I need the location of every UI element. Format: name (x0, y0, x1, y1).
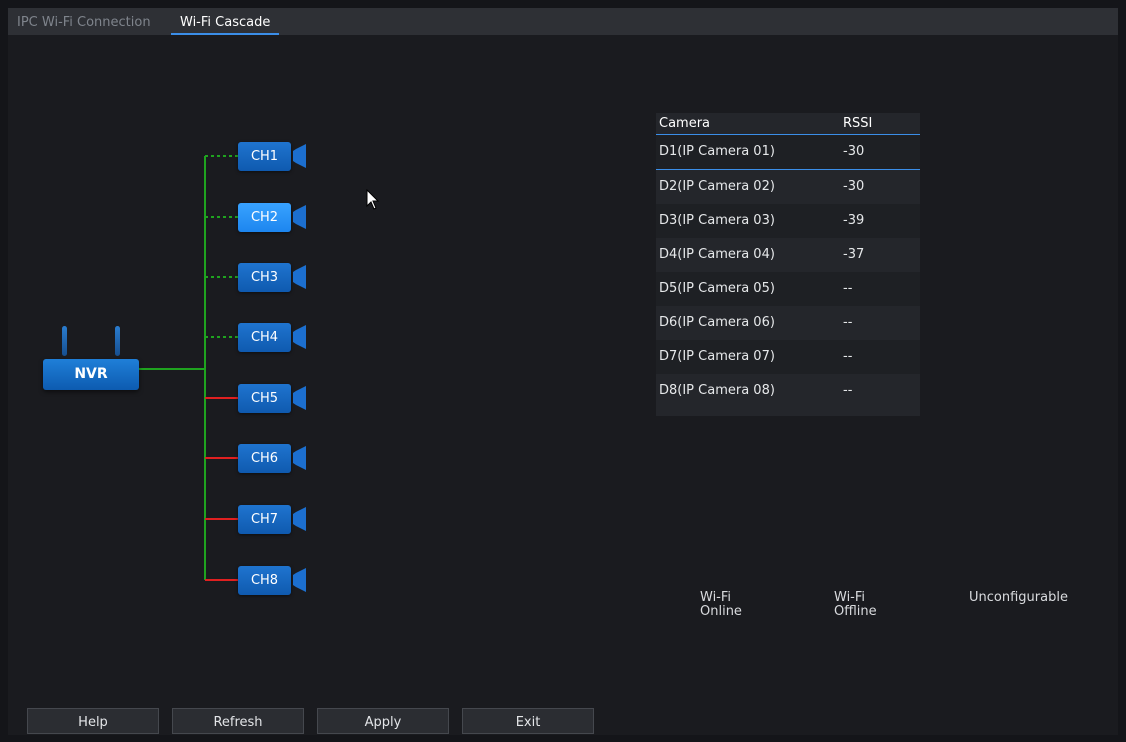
table-row[interactable]: D2(IP Camera 02) -30 (656, 170, 920, 204)
camera-icon (293, 386, 306, 410)
legend-wifi-offline-line1: Wi-Fi (834, 590, 866, 605)
camera-icon (293, 568, 306, 592)
camera-name: D7(IP Camera 07) (659, 349, 775, 364)
help-button[interactable]: Help (27, 708, 159, 734)
apply-button[interactable]: Apply (317, 708, 449, 734)
legend-wifi-offline: Wi-Fi Offline (834, 591, 877, 619)
rssi-value: -- (843, 281, 853, 296)
camera-icon (293, 507, 306, 531)
nvr-antenna-right-icon (115, 326, 120, 356)
mouse-cursor-icon (366, 189, 380, 210)
exit-button[interactable]: Exit (462, 708, 594, 734)
rssi-value: -30 (843, 179, 865, 194)
camera-rssi-table: Camera RSSI D1(IP Camera 01) -30 D2(IP C… (656, 113, 920, 416)
camera-name: D4(IP Camera 04) (659, 247, 775, 262)
legend-wifi-online-line2: Online (700, 604, 742, 619)
table-row[interactable]: D5(IP Camera 05) -- (656, 272, 920, 306)
rssi-value: -30 (843, 144, 865, 159)
channel-ch5[interactable]: CH5 (238, 384, 291, 413)
table-row[interactable]: D4(IP Camera 04) -37 (656, 238, 920, 272)
rssi-value: -- (843, 315, 853, 330)
wifi-cascade-window: IPC Wi-Fi Connection Wi-Fi Cascade NVR C… (8, 8, 1118, 735)
channel-ch7[interactable]: CH7 (238, 505, 291, 534)
channel-ch8[interactable]: CH8 (238, 566, 291, 595)
table-row[interactable]: D7(IP Camera 07) -- (656, 340, 920, 374)
camera-icon (293, 325, 306, 349)
camera-icon (293, 144, 306, 168)
camera-icon (293, 205, 306, 229)
channel-ch2[interactable]: CH2 (238, 203, 291, 232)
legend-wifi-online: Wi-Fi Online (700, 591, 742, 619)
camera-icon (293, 446, 306, 470)
channel-ch1[interactable]: CH1 (238, 142, 291, 171)
column-header-camera: Camera (659, 116, 711, 131)
rssi-value: -39 (843, 213, 865, 228)
camera-name: D8(IP Camera 08) (659, 383, 775, 398)
legend-unconfigurable: Unconfigurable (969, 590, 1068, 605)
legend-wifi-online-line1: Wi-Fi (700, 590, 732, 605)
table-row[interactable]: D3(IP Camera 03) -39 (656, 204, 920, 238)
channel-ch4[interactable]: CH4 (238, 323, 291, 352)
rssi-value: -- (843, 349, 853, 364)
channel-ch6[interactable]: CH6 (238, 444, 291, 473)
table-row[interactable]: D6(IP Camera 06) -- (656, 306, 920, 340)
camera-name: D3(IP Camera 03) (659, 213, 775, 228)
channel-ch3[interactable]: CH3 (238, 263, 291, 292)
nvr-device: NVR (43, 359, 139, 390)
camera-icon (293, 265, 306, 289)
table-row[interactable]: D1(IP Camera 01) -30 (656, 135, 920, 170)
rssi-value: -37 (843, 247, 865, 262)
table-header: Camera RSSI (656, 113, 920, 135)
rssi-value: -- (843, 383, 853, 398)
refresh-button[interactable]: Refresh (172, 708, 304, 734)
column-header-rssi: RSSI (843, 116, 873, 131)
table-footer (656, 408, 920, 416)
camera-name: D2(IP Camera 02) (659, 179, 775, 194)
legend-wifi-offline-line2: Offline (834, 604, 877, 619)
nvr-antenna-left-icon (62, 326, 67, 356)
table-row[interactable]: D8(IP Camera 08) -- (656, 374, 920, 408)
camera-name: D5(IP Camera 05) (659, 281, 775, 296)
topology-lines (139, 155, 238, 581)
camera-name: D6(IP Camera 06) (659, 315, 775, 330)
camera-name: D1(IP Camera 01) (659, 144, 775, 159)
